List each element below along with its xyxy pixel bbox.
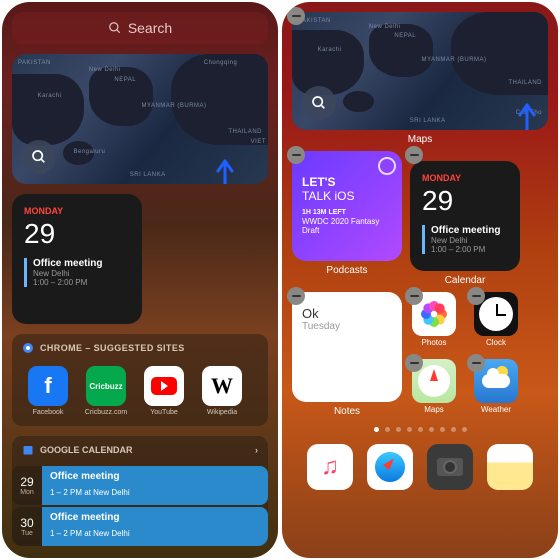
weather-icon [482, 374, 510, 388]
app-weather[interactable]: Weather [472, 359, 520, 418]
app-camera[interactable] [427, 444, 473, 490]
maps-widget[interactable]: PAKISTAN NEPAL MYANMAR (BURMA) THAILAND … [292, 12, 548, 130]
app-clock[interactable]: Clock [472, 292, 520, 351]
music-icon: ♫ [321, 453, 339, 481]
remove-app-button[interactable] [467, 287, 485, 305]
chrome-icon [22, 342, 34, 354]
safari-icon [373, 450, 407, 484]
search-placeholder: Search [128, 20, 172, 36]
site-youtube[interactable]: YouTube [142, 366, 186, 416]
dock: ♫ [292, 442, 548, 492]
search-icon [108, 21, 122, 35]
calendar-widget[interactable]: MONDAY 29 Office meeting New Delhi 1:00 … [410, 161, 520, 271]
remove-widget-button[interactable] [287, 7, 305, 25]
app-photos[interactable]: Photos [410, 292, 458, 351]
today-view-screen: Search PAKISTAN NEPAL MYANMAR (BURMA) TH… [2, 2, 278, 558]
remove-app-button[interactable] [405, 354, 423, 372]
podcast-icon [378, 157, 396, 175]
calendar-event: Office meeting New Delhi 1:00 – 2:00 PM [422, 225, 508, 254]
map-search-button[interactable] [22, 140, 56, 174]
remove-app-button[interactable] [467, 354, 485, 372]
map-search-button[interactable] [302, 86, 336, 120]
site-facebook[interactable]: fFacebook [26, 366, 70, 416]
gcal-icon [22, 444, 34, 456]
site-cricbuzz[interactable]: CricbuzzCricbuzz.com [84, 366, 128, 416]
gcal-event[interactable]: 29Mon Office meeting1 – 2 PM at New Delh… [12, 466, 268, 505]
remove-widget-button[interactable] [287, 287, 305, 305]
remove-widget-button[interactable] [405, 146, 423, 164]
chevron-right-icon[interactable]: › [255, 445, 258, 455]
google-calendar-section: GOOGLE CALENDAR › 29Mon Office meeting1 … [12, 436, 268, 546]
site-wikipedia[interactable]: WWikipedia [200, 366, 244, 416]
maps-icon [418, 365, 450, 397]
calendar-date: 29 [24, 218, 130, 250]
page-indicator[interactable] [292, 427, 548, 432]
search-icon [311, 95, 327, 111]
app-maps[interactable]: Maps [410, 359, 458, 418]
chrome-suggested-sites: CHROME – SUGGESTED SITES fFacebook Cricb… [12, 334, 268, 426]
podcasts-widget[interactable]: LET'S TALK iOS 1H 13M LEFT WWDC 2020 Fan… [292, 151, 402, 261]
clock-icon [479, 297, 513, 331]
app-safari[interactable] [367, 444, 413, 490]
search-bar[interactable]: Search [12, 12, 268, 44]
photos-icon [422, 302, 446, 326]
camera-icon [437, 458, 463, 476]
arrow-annotation [514, 103, 540, 130]
remove-app-button[interactable] [405, 287, 423, 305]
notes-widget[interactable]: Ok Tuesday [292, 292, 402, 402]
remove-widget-button[interactable] [287, 146, 305, 164]
app-music[interactable]: ♫ [307, 444, 353, 490]
calendar-event: Office meeting New Delhi 1:00 – 2:00 PM [24, 258, 130, 287]
arrow-annotation [212, 159, 238, 184]
app-notes[interactable] [487, 444, 533, 490]
calendar-widget[interactable]: MONDAY 29 Office meeting New Delhi 1:00 … [12, 194, 142, 324]
maps-widget[interactable]: PAKISTAN NEPAL MYANMAR (BURMA) THAILAND … [12, 54, 268, 184]
search-icon [31, 149, 47, 165]
gcal-event[interactable]: 30Tue Office meeting1 – 2 PM at New Delh… [12, 507, 268, 546]
youtube-icon [151, 377, 177, 395]
home-screen-edit: PAKISTAN NEPAL MYANMAR (BURMA) THAILAND … [282, 2, 558, 558]
calendar-day: MONDAY [24, 206, 130, 216]
